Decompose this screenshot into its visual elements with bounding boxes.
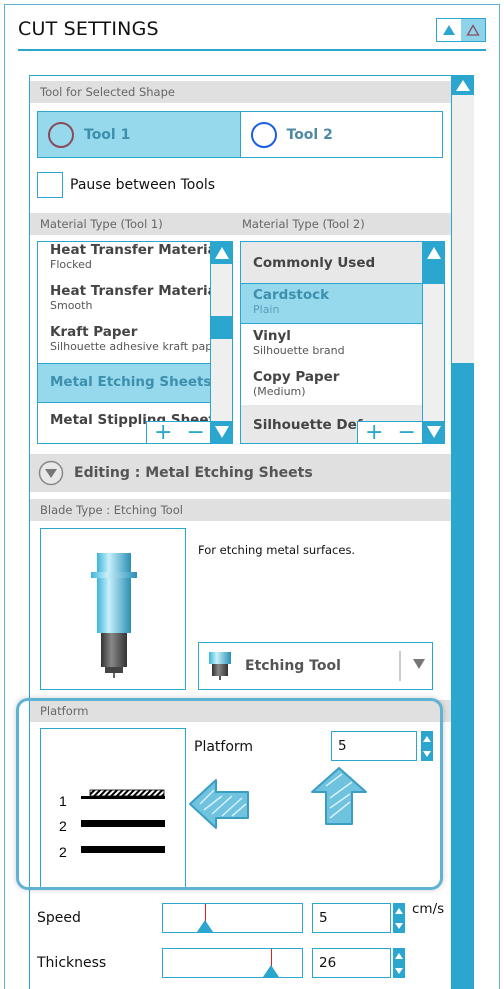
material-list-tool2-scrollbar[interactable] — [422, 242, 444, 443]
tool-1-button[interactable]: Tool 1 — [38, 112, 241, 157]
triangle-down-icon — [426, 426, 441, 438]
list-item[interactable]: Heat Transfer Material Smooth — [38, 283, 232, 320]
speed-input[interactable]: 5 — [312, 903, 391, 933]
main-scrollbar[interactable] — [451, 75, 474, 989]
thickness-input[interactable]: 26 — [312, 948, 391, 978]
tool-2-ring-icon — [250, 121, 277, 148]
etching-tool-small-icon — [209, 652, 231, 680]
editing-label: Editing : Metal Etching Sheets — [74, 465, 313, 481]
spin-down-icon — [395, 922, 403, 929]
triangle-up-icon — [456, 79, 470, 91]
list-item[interactable]: Copy Paper (Medium) — [241, 369, 444, 405]
list-scroll-up-button[interactable] — [211, 242, 232, 264]
scrollbar-thumb[interactable] — [452, 363, 474, 989]
tool-1-label: Tool 1 — [84, 126, 131, 143]
list-group-header: Commonly Used — [241, 242, 422, 284]
list-add-remove-controls: + − — [146, 421, 212, 443]
tool-section-header: Tool for Selected Shape — [30, 81, 451, 103]
blade-type-selected: Etching Tool — [245, 658, 341, 674]
list-item-selected[interactable]: Cardstock Plain — [241, 284, 422, 324]
speed-spinner[interactable] — [393, 903, 405, 933]
spin-down-icon — [395, 967, 403, 974]
header-buttons — [436, 18, 486, 42]
list-item[interactable]: Kraft Paper Silhouette adhesive kraft pa… — [38, 324, 232, 361]
material-tool1-header: Material Type (Tool 1) — [40, 217, 163, 231]
list-scroll-thumb[interactable] — [211, 316, 232, 339]
tool-selector: Tool 1 Tool 2 — [37, 111, 443, 158]
material-headers-bar: Material Type (Tool 1) Material Type (To… — [30, 213, 451, 235]
list-scroll-thumb[interactable] — [423, 264, 444, 284]
spin-up-icon — [395, 952, 403, 959]
triangle-up-icon — [214, 247, 229, 259]
speed-slider-thumb[interactable] — [197, 920, 213, 932]
tool-1-ring-icon — [48, 121, 74, 148]
thickness-spinner[interactable] — [393, 948, 405, 978]
chevron-down-icon — [413, 659, 425, 669]
speed-slider[interactable] — [162, 903, 303, 933]
pause-between-tools-label: Pause between Tools — [70, 177, 216, 193]
pause-between-tools-checkbox[interactable] — [37, 172, 63, 198]
platform-highlight-outline — [16, 698, 443, 890]
collapse-circle-icon — [38, 460, 64, 486]
etching-tool-icon — [91, 553, 137, 678]
triangle-up-outline-icon — [466, 24, 480, 36]
triangle-up-icon — [426, 247, 441, 259]
list-scroll-up-button[interactable] — [423, 242, 444, 264]
list-item[interactable]: Vinyl Silhouette brand — [241, 328, 444, 366]
list-scroll-down-button[interactable] — [423, 421, 444, 443]
remove-material-button[interactable]: − — [398, 421, 416, 443]
triangle-down-icon — [214, 426, 229, 438]
blade-type-dropdown[interactable]: Etching Tool — [198, 642, 433, 690]
speed-unit: cm/s — [412, 901, 445, 917]
spin-up-icon — [395, 907, 403, 914]
tool-2-button[interactable]: Tool 2 — [240, 112, 442, 157]
blade-description: For etching metal surfaces. — [198, 543, 356, 557]
tool-2-label: Tool 2 — [286, 126, 333, 143]
material-tool2-header: Material Type (Tool 2) — [242, 217, 365, 231]
triangle-up-filled-icon — [443, 25, 455, 35]
thickness-slider-thumb[interactable] — [263, 965, 279, 977]
add-material-button[interactable]: + — [365, 421, 383, 443]
title-divider — [18, 49, 486, 51]
scroll-up-button[interactable] — [452, 75, 474, 95]
speed-label: Speed — [37, 910, 81, 926]
material-list-tool2: Commonly Used Cardstock Plain Vinyl Silh… — [240, 241, 445, 444]
thickness-slider[interactable] — [162, 948, 303, 978]
remove-material-button[interactable]: − — [187, 421, 205, 443]
panel-title: CUT SETTINGS — [18, 18, 159, 40]
thickness-label: Thickness — [37, 955, 107, 971]
material-list-tool1-scrollbar[interactable] — [210, 242, 232, 443]
editing-section-header[interactable]: Editing : Metal Etching Sheets — [30, 454, 451, 492]
list-item-selected[interactable]: Metal Etching Sheets — [38, 363, 210, 403]
material-list-tool1: Heat Transfer Material Flocked Heat Tran… — [37, 241, 233, 444]
list-item[interactable]: Heat Transfer Material Flocked — [38, 242, 232, 279]
list-scroll-down-button[interactable] — [211, 421, 232, 443]
collapse-all-button[interactable] — [461, 19, 485, 41]
expand-all-button[interactable] — [437, 19, 461, 41]
dropdown-separator — [399, 651, 401, 681]
blade-image-box — [40, 528, 186, 690]
list-add-remove-controls: + − — [357, 421, 423, 443]
blade-type-header: Blade Type : Etching Tool — [30, 499, 451, 521]
add-material-button[interactable]: + — [154, 421, 172, 443]
